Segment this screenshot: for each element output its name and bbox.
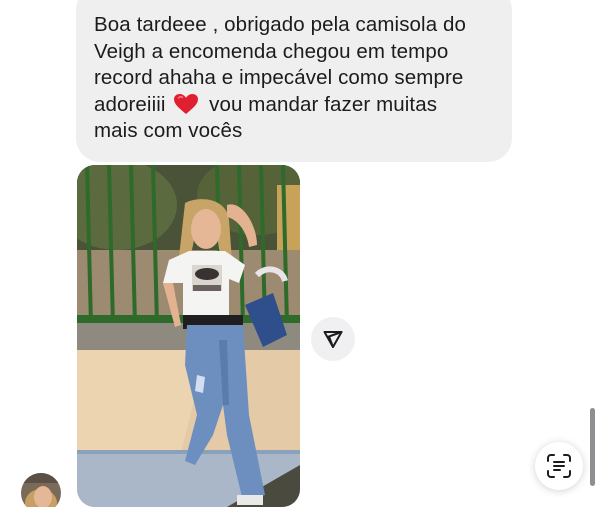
photo-woman-in-jeans <box>77 165 300 507</box>
shared-photo[interactable] <box>77 165 300 507</box>
share-button[interactable] <box>311 317 355 361</box>
sender-avatar[interactable] <box>21 473 61 507</box>
message-line-1: Boa tardeee , obrigado pela camisola do <box>94 13 467 36</box>
scrollbar-thumb[interactable] <box>590 408 595 486</box>
live-text-button[interactable] <box>535 442 583 490</box>
message-line-5: mais com vocês <box>94 119 243 142</box>
message-text: Boa tardeee , obrigado pela camisola do … <box>94 12 494 145</box>
chat-screen: Boa tardeee , obrigado pela camisola do … <box>0 0 600 507</box>
message-line-4a: adoreiiii <box>94 92 166 116</box>
paper-plane-icon <box>323 331 343 348</box>
message-line-3: record ahaha e impecável como sempre <box>94 66 464 89</box>
red-heart-icon <box>174 93 199 114</box>
message-line-4b: vou mandar fazer muitas <box>209 92 438 116</box>
message-line-2: Veigh a encomenda chegou em tempo <box>94 39 449 63</box>
live-text-scan-icon <box>547 454 571 478</box>
received-message-bubble[interactable]: Boa tardeee , obrigado pela camisola do … <box>76 0 512 162</box>
avatar-photo <box>21 473 61 507</box>
